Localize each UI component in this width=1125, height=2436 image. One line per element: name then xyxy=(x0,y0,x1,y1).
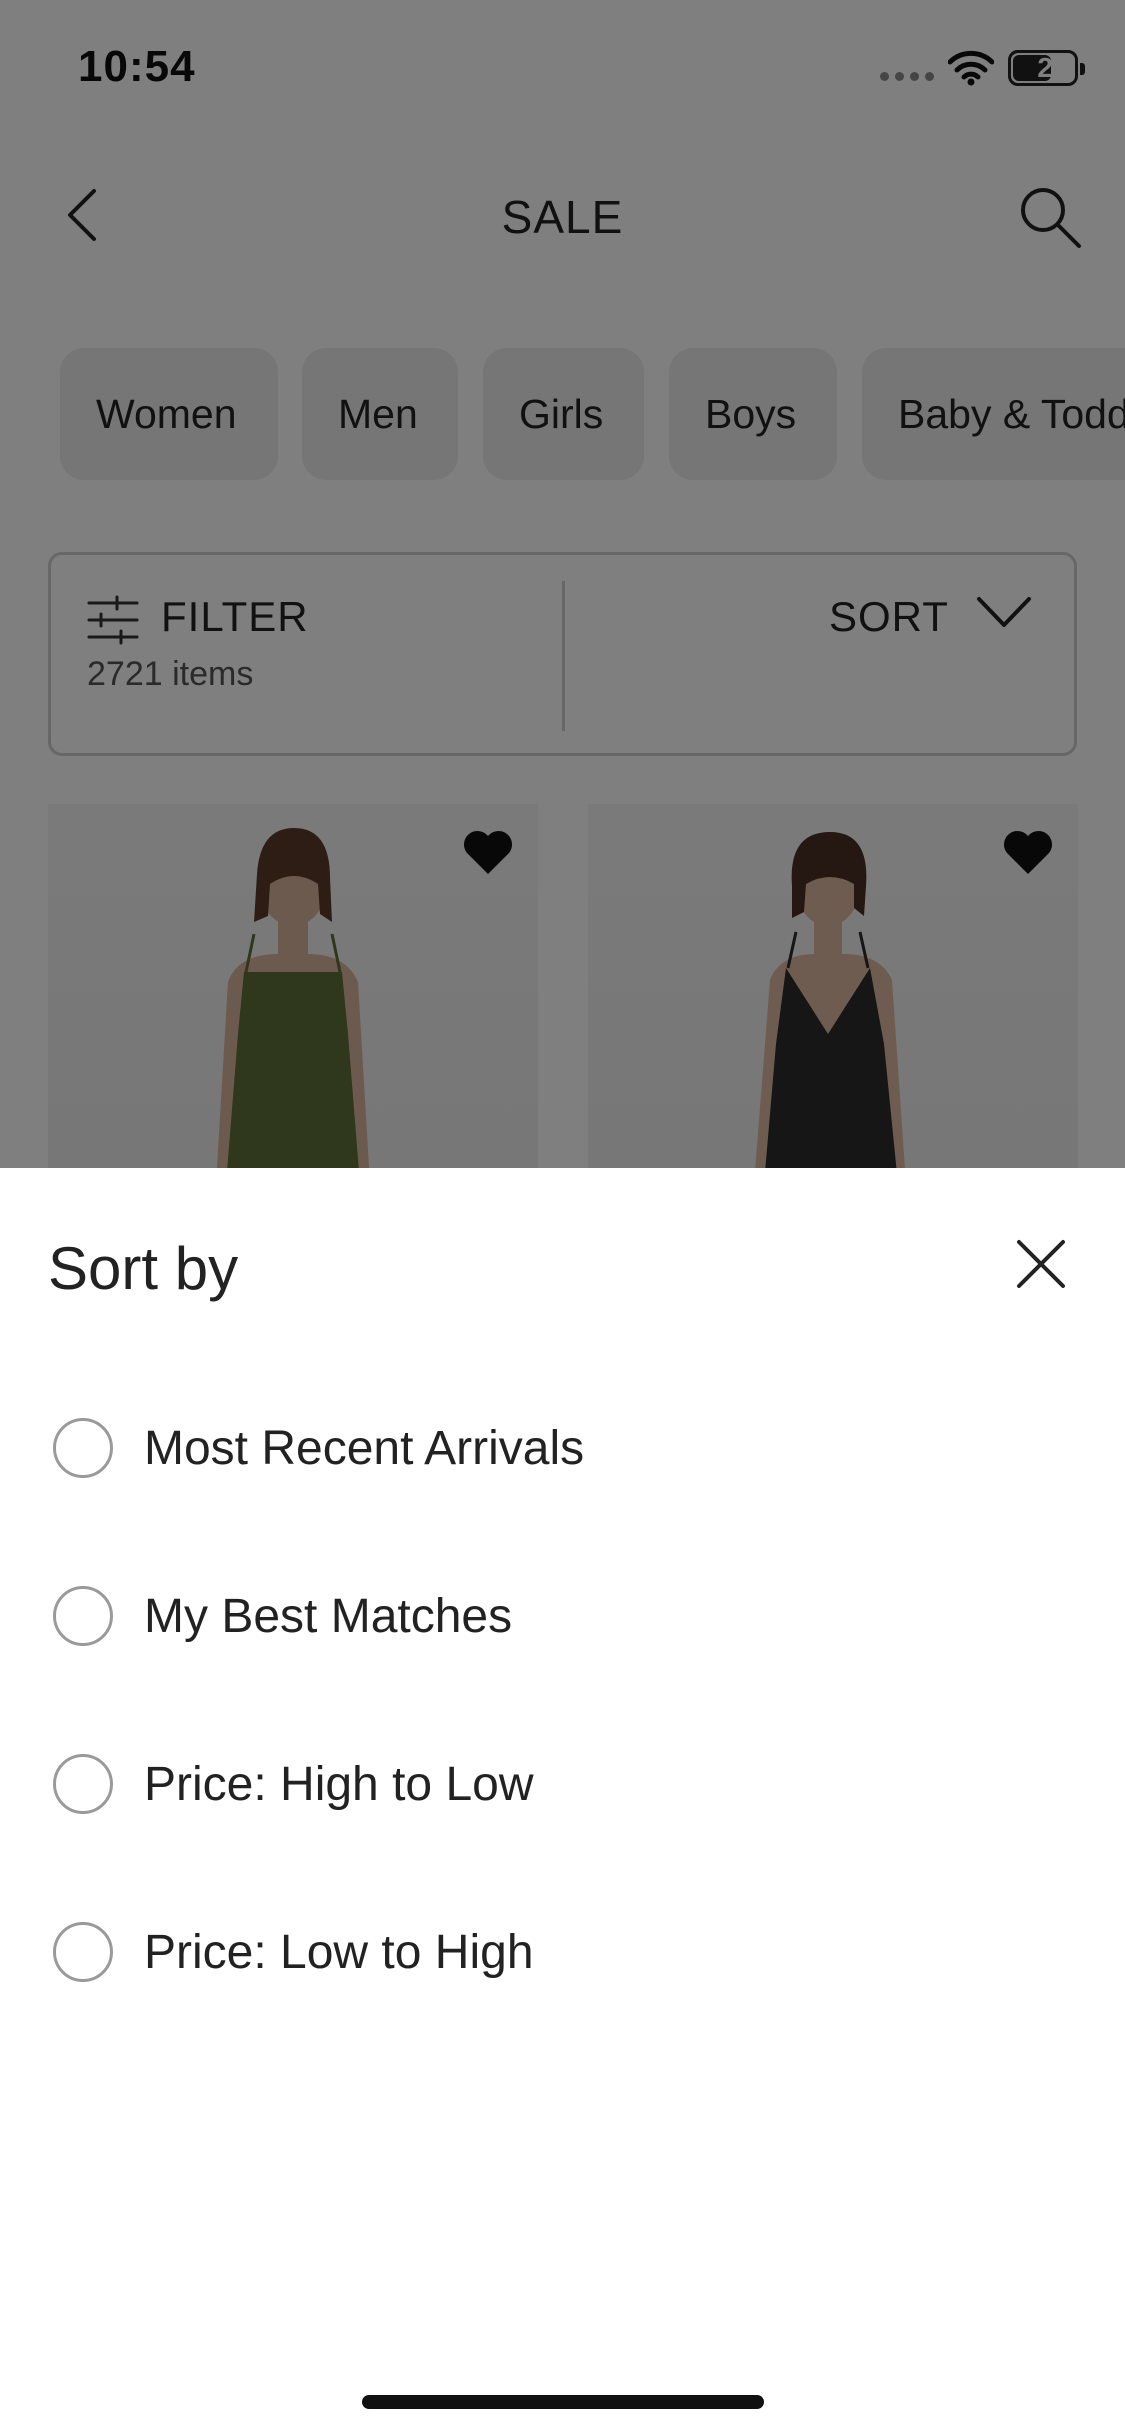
radio-button[interactable] xyxy=(53,1922,113,1982)
sort-sheet: Sort by Most Recent Arrivals My Best Mat… xyxy=(0,1168,1125,2436)
radio-button[interactable] xyxy=(53,1418,113,1478)
home-indicator xyxy=(362,2395,764,2409)
sort-option-label: Most Recent Arrivals xyxy=(144,1422,585,1475)
sheet-title: Sort by xyxy=(48,1235,239,1302)
radio-button[interactable] xyxy=(53,1586,113,1646)
sort-option-most-recent[interactable]: Most Recent Arrivals xyxy=(0,1383,1125,1513)
sort-option-price-high-low[interactable]: Price: High to Low xyxy=(0,1719,1125,1849)
modal-scrim[interactable] xyxy=(0,0,1125,1168)
sort-option-label: My Best Matches xyxy=(144,1590,513,1643)
close-icon[interactable] xyxy=(1015,1238,1067,1290)
sort-option-label: Price: High to Low xyxy=(144,1758,534,1811)
sort-option-best-matches[interactable]: My Best Matches xyxy=(0,1551,1125,1681)
sort-option-label: Price: Low to High xyxy=(144,1926,534,1979)
sort-option-price-low-high[interactable]: Price: Low to High xyxy=(0,1887,1125,2017)
radio-button[interactable] xyxy=(53,1754,113,1814)
